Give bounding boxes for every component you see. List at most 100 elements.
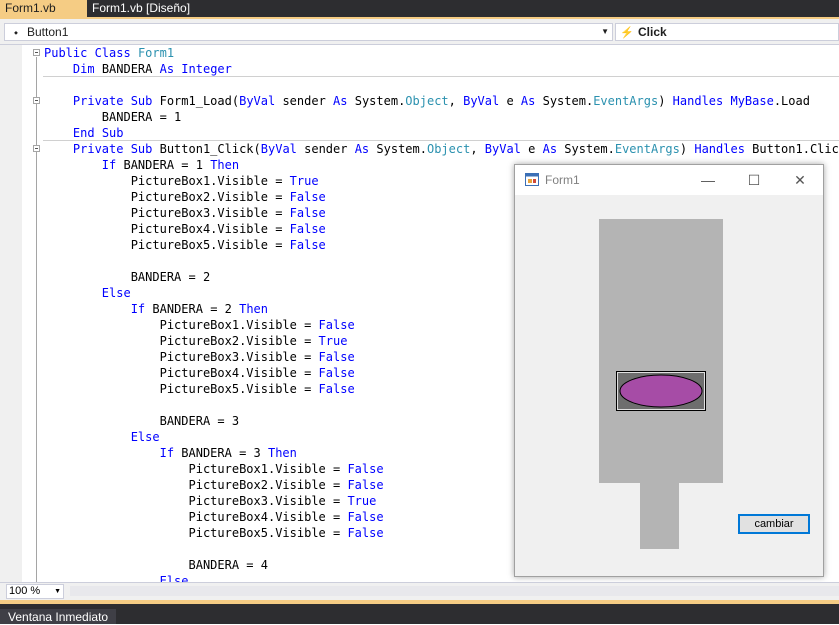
code-token: Private xyxy=(72,142,131,156)
code-token: PictureBox5.Visible = xyxy=(130,238,290,252)
code-line[interactable]: Dim BANDERA As Integer xyxy=(44,61,839,77)
code-line[interactable]: End Sub xyxy=(44,125,839,141)
code-token: True xyxy=(318,334,348,348)
code-token: PictureBox3.Visible = xyxy=(188,494,348,508)
form-titlebar[interactable]: Form1 — ☐ ✕ xyxy=(515,165,823,195)
collapse-icon[interactable] xyxy=(33,145,40,152)
code-token: If xyxy=(159,446,182,460)
code-token: BANDERA = 1 xyxy=(123,158,211,172)
collapse-icon[interactable] xyxy=(33,49,40,56)
code-token: Public xyxy=(44,46,95,60)
code-token: sender xyxy=(304,142,355,156)
immediate-window-title[interactable]: Ventana Inmediato xyxy=(0,609,117,624)
code-line[interactable] xyxy=(44,77,839,93)
shape-stem xyxy=(640,483,679,549)
code-token: BANDERA = 4 xyxy=(188,558,268,572)
event-combo[interactable]: ⚡ Click xyxy=(615,23,839,41)
code-token: Else xyxy=(159,574,189,582)
code-token: BANDERA = 3 xyxy=(181,446,268,460)
code-token: As xyxy=(542,142,565,156)
code-token: EventArgs xyxy=(614,142,680,156)
code-line[interactable]: Private Sub Button1_Click(ByVal sender A… xyxy=(44,141,839,157)
fold-guide xyxy=(36,57,37,582)
code-token: As xyxy=(520,94,543,108)
code-token: ByVal xyxy=(239,94,283,108)
code-token: Button1_Click( xyxy=(159,142,261,156)
code-token: False xyxy=(289,190,326,204)
code-token: Integer xyxy=(181,62,232,76)
zoom-select[interactable]: 100 % ▼ xyxy=(6,584,64,599)
code-token: False xyxy=(318,350,355,364)
lightning-icon: ⚡ xyxy=(620,27,634,39)
form-icon xyxy=(525,173,539,186)
code-token: True xyxy=(347,494,377,508)
code-line[interactable]: Public Class Form1 xyxy=(44,45,839,61)
code-token: Handles xyxy=(672,94,731,108)
code-token: As xyxy=(159,62,182,76)
code-token: False xyxy=(318,366,355,380)
code-token: PictureBox3.Visible = xyxy=(130,206,290,220)
code-token: Form1_Load( xyxy=(159,94,240,108)
code-token: Form1 xyxy=(137,46,175,60)
code-token: Sub xyxy=(130,142,160,156)
editor-status-bar: 100 % ▼ xyxy=(0,582,839,600)
code-token: PictureBox1.Visible = xyxy=(159,318,319,332)
code-token: PictureBox4.Visible = xyxy=(188,510,348,524)
picture-box[interactable] xyxy=(616,371,706,411)
code-token: Class xyxy=(94,46,138,60)
code-token: Object xyxy=(405,94,449,108)
document-tab-strip: Form1.vb Form1.vb [Diseño] xyxy=(0,0,839,19)
code-token: ByVal xyxy=(463,94,507,108)
immediate-window-panel: Ventana Inmediato xyxy=(0,604,839,624)
code-token: Sub xyxy=(101,126,124,140)
cambiar-button[interactable]: cambiar xyxy=(738,514,810,534)
object-combo[interactable]: ⬩ Button1 ▼ xyxy=(4,23,613,41)
tab-form1-design[interactable]: Form1.vb [Diseño] xyxy=(87,0,195,17)
code-token: BANDERA = 2 xyxy=(152,302,240,316)
horizontal-scrollbar[interactable] xyxy=(70,586,839,596)
code-token: System. xyxy=(564,142,615,156)
code-token: PictureBox2.Visible = xyxy=(130,190,290,204)
code-token: System. xyxy=(542,94,594,108)
code-token: False xyxy=(289,206,326,220)
code-token: ByVal xyxy=(260,142,305,156)
zoom-value: 100 % xyxy=(9,585,41,597)
close-button[interactable]: ✕ xyxy=(785,169,815,191)
code-token: BANDERA = 1 xyxy=(101,110,182,124)
code-token: Button1.Click xyxy=(752,142,839,156)
code-line[interactable]: BANDERA = 1 xyxy=(44,109,839,125)
code-token: System. xyxy=(354,94,406,108)
maximize-button[interactable]: ☐ xyxy=(739,169,769,191)
code-token: Then xyxy=(267,446,297,460)
code-token: , xyxy=(470,142,485,156)
shape-body xyxy=(599,219,723,483)
form-title: Form1 xyxy=(545,173,580,187)
code-token: Handles xyxy=(694,142,753,156)
code-token: Then xyxy=(239,302,268,316)
code-token: PictureBox4.Visible = xyxy=(159,366,319,380)
code-token: e xyxy=(506,94,521,108)
code-token: PictureBox2.Visible = xyxy=(188,478,348,492)
code-token: As xyxy=(354,142,377,156)
navigation-bar: ⬩ Button1 ▼ ⚡ Click xyxy=(0,19,839,45)
code-line[interactable]: Private Sub Form1_Load(ByVal sender As S… xyxy=(44,93,839,109)
code-token: Object xyxy=(426,142,471,156)
object-combo-value: Button1 xyxy=(27,25,69,39)
code-token: PictureBox2.Visible = xyxy=(159,334,319,348)
code-token: MyBase xyxy=(730,94,774,108)
tab-form1-vb[interactable]: Form1.vb xyxy=(0,0,87,17)
editor-gutter xyxy=(0,45,22,582)
code-token: False xyxy=(347,510,384,524)
code-token: .Load xyxy=(773,94,810,108)
code-token: Sub xyxy=(130,94,160,108)
code-token: False xyxy=(318,382,355,396)
code-token: True xyxy=(289,174,319,188)
code-token: False xyxy=(289,222,326,236)
form1-window[interactable]: Form1 — ☐ ✕ cambiar xyxy=(514,164,824,577)
collapse-icon[interactable] xyxy=(33,97,40,104)
code-token: ) xyxy=(679,142,695,156)
code-token: False xyxy=(347,462,384,476)
minimize-button[interactable]: — xyxy=(693,169,723,191)
code-token: End xyxy=(72,126,102,140)
code-token: If xyxy=(130,302,153,316)
